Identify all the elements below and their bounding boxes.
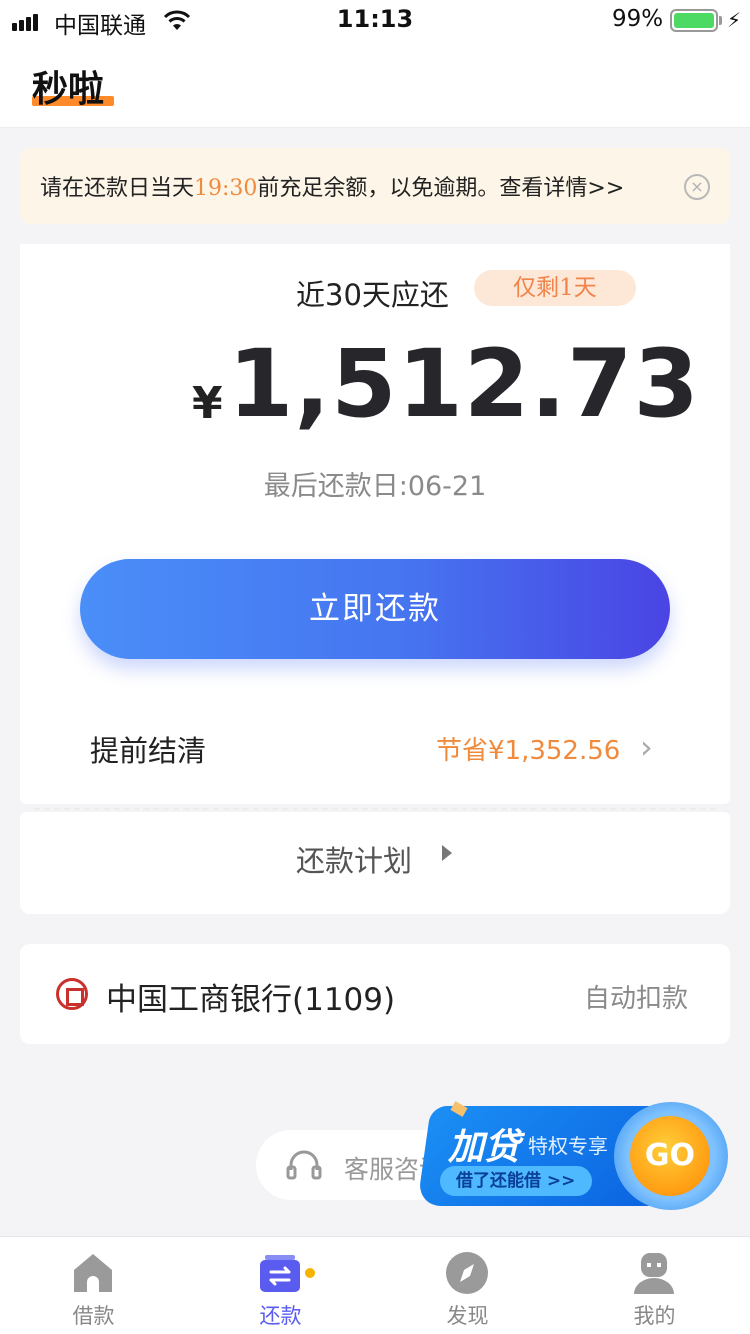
amount-currency: ¥ [192, 378, 223, 429]
early-settle-label[interactable]: 提前结清 [90, 728, 206, 770]
close-icon[interactable]: × [684, 174, 710, 200]
page-title: 秒啦 [32, 69, 105, 110]
amount-due: 1,512.73 [228, 330, 700, 439]
repay-icon [260, 1255, 300, 1292]
bank-name: 中国工商银行(1109) [106, 982, 396, 1018]
headset-icon [286, 1150, 322, 1180]
chevron-right-icon[interactable]: › [640, 728, 653, 766]
promo-title[interactable]: 加贷 [448, 1118, 520, 1170]
notice-text[interactable]: 请在还款日当天19:30前充足余额，以免逾期。查看详情>> [40, 170, 624, 202]
pay-now-button[interactable]: 立即还款 [80, 559, 670, 659]
tab-repay-dot [305, 1268, 315, 1278]
due-label: 近30天应还 [296, 278, 449, 312]
repayment-card [20, 244, 730, 804]
tab-label-repay: 还款 [259, 1304, 302, 1328]
tab-label-borrow: 借款 [72, 1304, 115, 1328]
dashed-divider [34, 808, 716, 810]
tab-repay[interactable]: 还款 [187, 1236, 374, 1334]
tab-borrow[interactable]: 借款 [0, 1236, 187, 1334]
last-repayment-date: 最后还款日:06-21 [263, 471, 487, 502]
remaining-days-badge: 仅剩1天 [474, 270, 636, 306]
battery-icon [670, 9, 718, 32]
tab-mine[interactable]: 我的 [561, 1236, 748, 1334]
app-header [0, 40, 750, 128]
compass-icon [446, 1252, 488, 1294]
battery-percent: 99% [612, 6, 664, 32]
battery-tip [719, 16, 722, 25]
notice-text-before: 请在还款日当天 [40, 176, 195, 201]
tab-label-mine: 我的 [633, 1304, 676, 1328]
promo-subtitle[interactable]: 特权专享 [528, 1130, 608, 1159]
triangle-right-icon[interactable] [442, 845, 452, 861]
repayment-plan-label[interactable]: 还款计划 [296, 838, 412, 880]
tab-discover[interactable]: 发现 [374, 1236, 561, 1334]
promo-tag[interactable]: 借了还能借 >> [440, 1166, 592, 1196]
profile-icon [634, 1253, 674, 1294]
home-icon [74, 1254, 112, 1292]
icbc-logo-icon [56, 978, 88, 1010]
notice-highlight-time: 19:30 [194, 176, 258, 201]
notice-text-after: 前充足余额，以免逾期。查看详情>> [257, 176, 625, 201]
auto-debit-label: 自动扣款 [584, 984, 689, 1014]
early-settle-saving[interactable]: 节省¥1,352.56 [436, 730, 620, 767]
tab-label-discover: 发现 [446, 1304, 489, 1328]
promo-go-button[interactable]: GO [630, 1116, 710, 1196]
charging-bolt-icon: ⚡ [727, 8, 742, 32]
